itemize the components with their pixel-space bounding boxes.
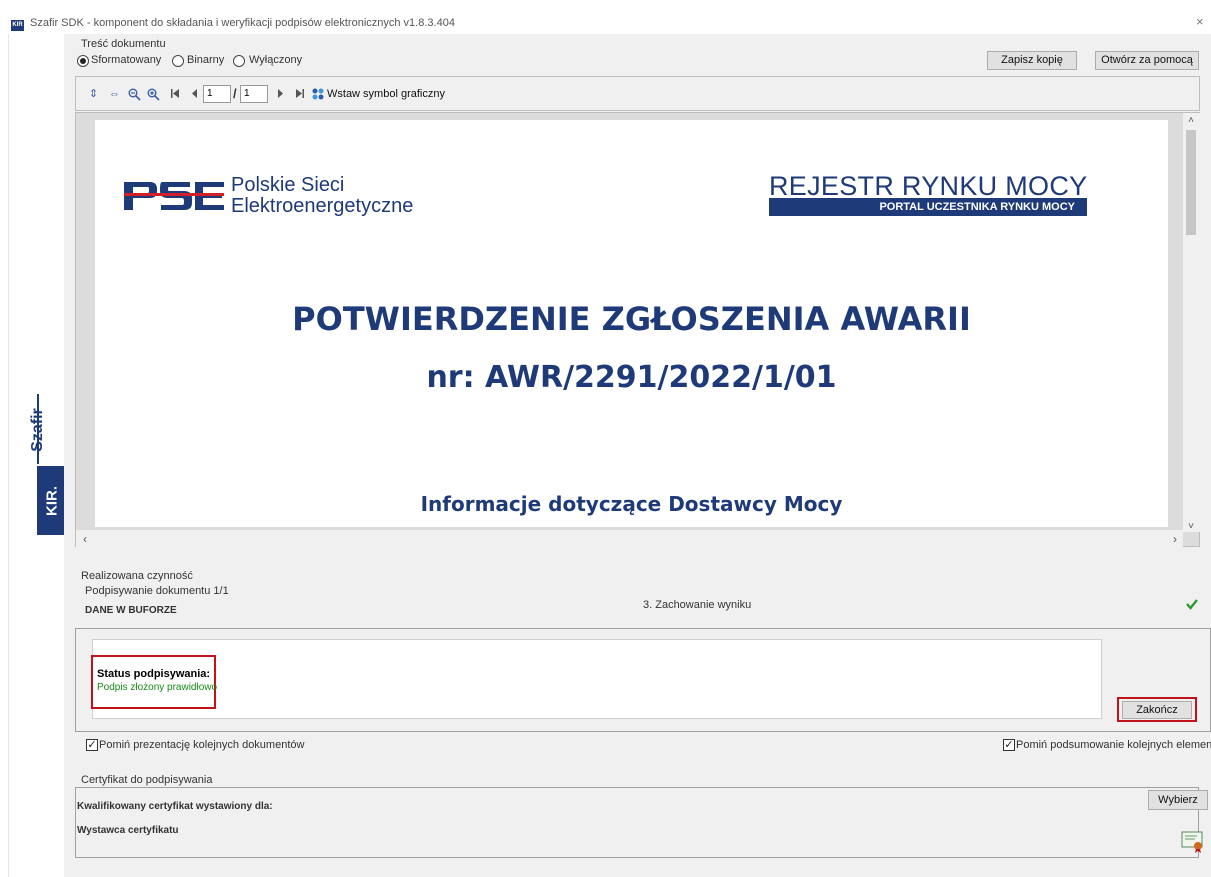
vertical-scroll-thumb[interactable] [1186, 130, 1196, 235]
page-separator: / [233, 86, 237, 101]
signing-status-value: Podpis złożony prawidłowo [97, 682, 218, 693]
select-certificate-button[interactable]: Wybierz [1148, 790, 1208, 810]
certificate-info-box [75, 787, 1199, 858]
signing-progress-label: Podpisywanie dokumentu 1/1 [85, 585, 229, 597]
radio-disabled-label[interactable]: Wyłączony [249, 54, 302, 66]
open-with-button[interactable]: Otwórz za pomocą [1095, 51, 1199, 70]
skip-summary-checkbox[interactable]: ✓ [1003, 739, 1015, 751]
app-icon: KIR [11, 20, 24, 31]
skip-presentation-label[interactable]: Pomiń prezentację kolejnych dokumentów [99, 739, 304, 751]
document-section-heading: Informacje dotyczące Dostawcy Mocy [420, 492, 843, 516]
activity-group-label: Realizowana czynność [81, 570, 193, 582]
current-page-input[interactable]: 1 [203, 85, 231, 103]
title-bar: KIR Szafir SDK - komponent do składania … [0, 0, 1211, 34]
save-copy-button[interactable]: Zapisz kopię [987, 51, 1077, 70]
insert-symbol-icon[interactable] [311, 87, 324, 100]
radio-binary-label[interactable]: Binarny [187, 54, 224, 66]
radio-binary[interactable] [172, 55, 184, 67]
buffer-status: DANE W BUFORZE [85, 605, 177, 616]
pse-name: Polskie Sieci Elektroenergetyczne [231, 175, 413, 217]
insert-symbol-label[interactable]: Wstaw symbol graficzny [327, 88, 445, 100]
check-icon [1185, 597, 1199, 611]
status-content [92, 639, 1102, 719]
radio-formatted-label[interactable]: Sformatowany [91, 54, 161, 66]
fit-width-icon[interactable]: ⇔ [108, 88, 121, 101]
skip-summary-label[interactable]: Pomiń podsumowanie kolejnych elementów [1016, 739, 1211, 751]
skip-presentation-checkbox[interactable]: ✓ [86, 739, 98, 751]
next-page-icon[interactable] [274, 88, 287, 101]
finish-button[interactable]: Zakończ [1122, 701, 1192, 719]
kir-logo-text: KIR. [43, 485, 60, 516]
certificate-issued-for: Kwalifikowany certyfikat wystawiony dla: [77, 801, 273, 812]
first-page-icon[interactable] [169, 88, 182, 101]
scroll-right-icon[interactable]: › [1168, 532, 1182, 546]
kir-logo: KIR. [37, 466, 66, 535]
sidebar-border [8, 34, 9, 877]
pse-name-line2: Elektroenergetyczne [231, 195, 414, 217]
zoom-out-icon[interactable] [128, 88, 141, 101]
document-content-label: Treść dokumentu [81, 38, 166, 50]
radio-formatted[interactable] [77, 55, 89, 67]
radio-disabled[interactable] [233, 55, 245, 67]
total-pages-field: 1 [240, 85, 268, 103]
current-step-label: 3. Zachowanie wyniku [643, 599, 752, 611]
document-heading: POTWIERDZENIE ZGŁOSZENIA AWARII [292, 300, 971, 338]
registry-subtitle: PORTAL UCZESTNIKA RYNKU MOCY [769, 198, 1087, 216]
pse-name-line1: Polskie Sieci [231, 174, 345, 196]
close-icon[interactable]: × [1196, 14, 1211, 30]
certificate-issuer: Wystawca certyfikatu [77, 825, 179, 836]
certificate-icon[interactable] [1181, 829, 1205, 853]
signing-status-label: Status podpisywania: [97, 668, 211, 680]
document-number: nr: AWR/2291/2022/1/01 [426, 360, 837, 395]
certificate-group-label: Certyfikat do podpisywania [81, 774, 213, 786]
window-title: Szafir SDK - komponent do składania i we… [30, 17, 455, 29]
fit-height-icon[interactable]: ⇕ [87, 88, 100, 101]
scroll-up-icon[interactable]: ˄ [1184, 114, 1198, 128]
pse-logo-icon [124, 176, 224, 216]
last-page-icon[interactable] [293, 88, 306, 101]
horizontal-scrollbar[interactable] [76, 530, 1183, 547]
prev-page-icon[interactable] [188, 88, 201, 101]
zoom-in-icon[interactable] [147, 88, 160, 101]
scroll-down-icon[interactable]: ˅ [1184, 520, 1198, 534]
szafir-logo-text: Szafir [29, 408, 46, 452]
szafir-logo: Szafir [21, 395, 55, 465]
scroll-left-icon[interactable]: ‹ [78, 532, 92, 546]
